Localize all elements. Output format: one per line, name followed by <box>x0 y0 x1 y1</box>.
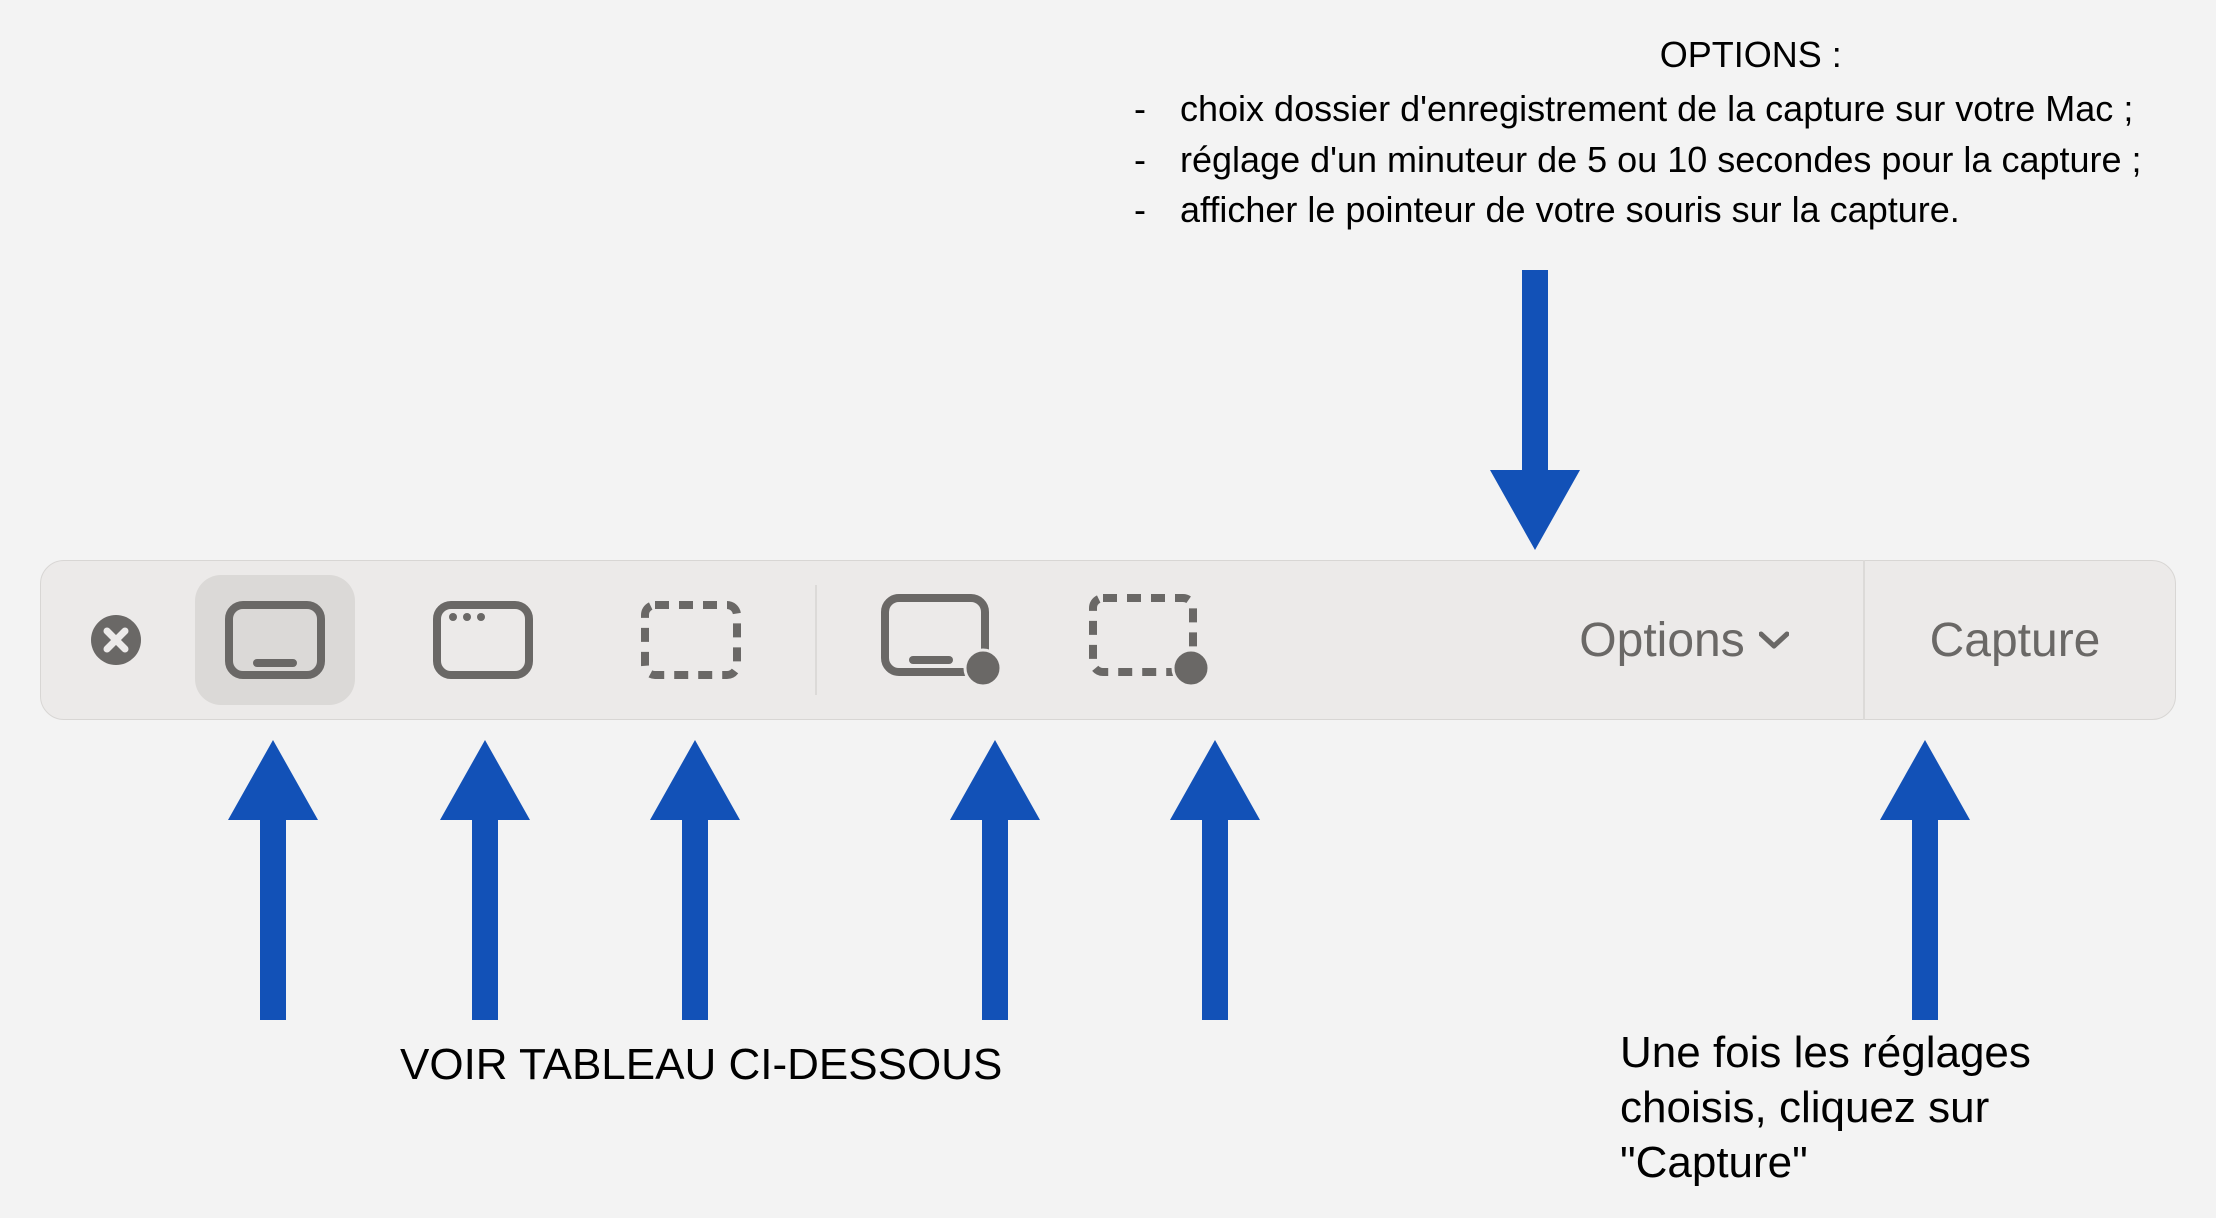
record-selection-button[interactable] <box>1069 575 1229 705</box>
close-button[interactable] <box>81 605 151 675</box>
options-bullet-timer: réglage d'un minuteur de 5 ou 10 seconde… <box>1100 135 2142 185</box>
arrow-up-capture-button-icon <box>1870 740 1980 1025</box>
arrow-up-capture-selection-icon <box>640 740 750 1025</box>
capture-label: Capture <box>1930 613 2101 668</box>
options-annotation-heading: OPTIONS : <box>1360 30 2142 80</box>
arrow-up-capture-entire-screen-icon <box>218 740 328 1025</box>
capture-selection-button[interactable] <box>611 575 771 705</box>
chevron-down-icon <box>1759 630 1789 650</box>
capture-entire-screen-icon <box>225 601 325 679</box>
options-bullet-pointer: afficher le pointeur de votre souris sur… <box>1100 185 2142 235</box>
capture-window-icon <box>433 601 533 679</box>
capture-window-button[interactable] <box>403 575 563 705</box>
capture-instr-line-3: "Capture" <box>1620 1135 2031 1190</box>
record-entire-screen-icon <box>881 594 1001 686</box>
options-annotation-block: OPTIONS : choix dossier d'enregistrement… <box>1100 30 2142 236</box>
options-label: Options <box>1579 613 1744 668</box>
record-selection-icon <box>1089 594 1209 686</box>
capture-instr-line-2: choisis, cliquez sur <box>1620 1080 2031 1135</box>
capture-entire-screen-button[interactable] <box>195 575 355 705</box>
capture-instr-line-1: Une fois les réglages <box>1620 1025 2031 1080</box>
screenshot-toolbar: Options Capture <box>40 560 2176 720</box>
capture-instructions-annotation: Une fois les réglages choisis, cliquez s… <box>1620 1025 2031 1190</box>
record-entire-screen-button[interactable] <box>861 575 1021 705</box>
options-bullet-folder: choix dossier d'enregistrement de la cap… <box>1100 84 2142 134</box>
arrow-up-record-entire-screen-icon <box>940 740 1050 1025</box>
arrow-up-record-selection-icon <box>1160 740 1270 1025</box>
arrow-up-capture-window-icon <box>430 740 540 1025</box>
capture-button[interactable]: Capture <box>1865 560 2165 720</box>
close-icon <box>91 615 141 665</box>
options-annotation-bullets: choix dossier d'enregistrement de la cap… <box>1100 84 2142 235</box>
arrow-down-to-options-icon <box>1480 270 1590 555</box>
options-dropdown[interactable]: Options <box>1505 560 1865 720</box>
toolbar-separator <box>815 585 817 695</box>
see-table-annotation: VOIR TABLEAU CI-DESSOUS <box>400 1040 1002 1090</box>
capture-selection-icon <box>641 601 741 679</box>
